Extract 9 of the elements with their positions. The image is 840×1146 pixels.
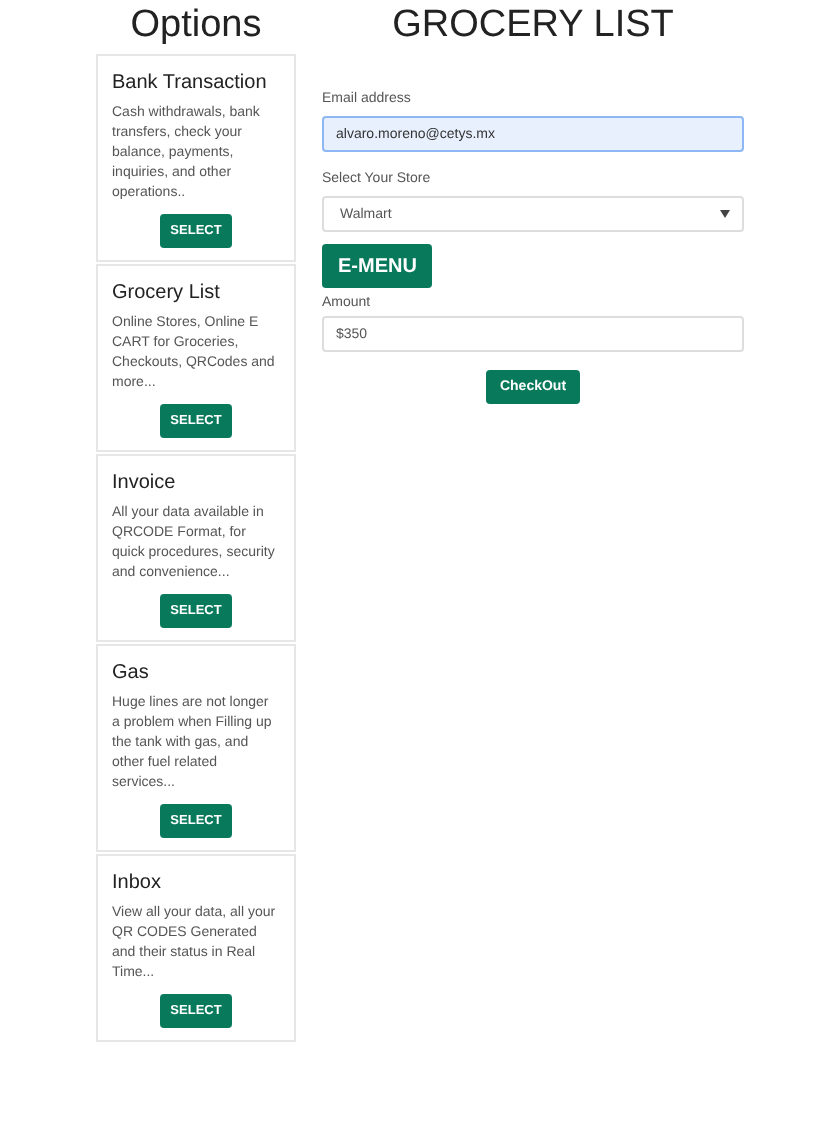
e-menu-button[interactable]: E-MENU xyxy=(322,244,433,288)
caret-icon xyxy=(720,210,730,218)
card-title: Bank Transaction xyxy=(112,70,269,98)
card-title: Gas xyxy=(112,660,151,688)
card-title: Grocery List xyxy=(112,280,222,308)
sidebar-heading: Options xyxy=(128,4,264,48)
page-title: GROCERY LIST xyxy=(390,4,676,48)
card-title: Inbox xyxy=(112,870,163,898)
card-title: Invoice xyxy=(112,470,178,498)
